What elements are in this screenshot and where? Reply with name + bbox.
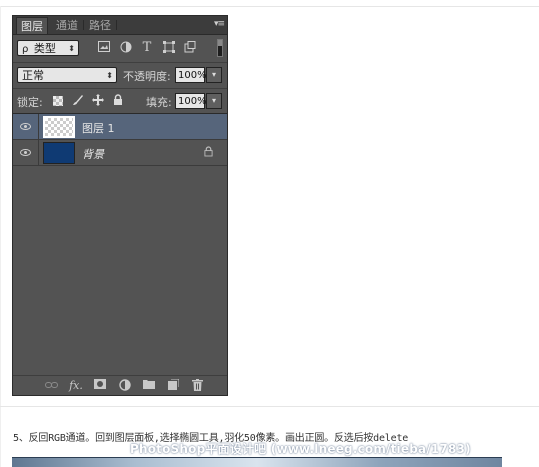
page: 图层 通道 路径 ▾≡ ρ 类型 ⬍ T 正常 ⬍ 不透明度: 100% ▾ 锁… [0,0,539,467]
smart-object-filter-icon[interactable] [183,41,197,55]
opacity-field[interactable]: 100% [175,67,207,83]
type-filter-icon[interactable]: T [140,41,154,55]
filter-row: ρ 类型 ⬍ T [13,35,227,63]
opacity-slider-arrow-icon[interactable]: ▾ [206,67,222,83]
layer-thumbnail [43,142,75,164]
blend-mode-dropdown[interactable]: 正常 ⬍ [17,67,117,83]
image-filter-icon[interactable] [97,41,111,55]
lock-label: 锁定: [17,96,43,109]
filter-toggle-switch[interactable] [217,39,223,57]
top-divider [0,6,539,7]
blend-mode-value: 正常 [22,69,44,82]
search-icon: ρ [22,44,29,55]
shape-filter-icon[interactable] [162,41,176,55]
lock-position-icon[interactable] [91,94,104,107]
new-layer-icon[interactable] [166,378,180,392]
layers-list: 图层 1 背景 [13,114,227,377]
tab-layers[interactable]: 图层 [16,17,48,34]
layer-row-layer-1[interactable]: 图层 1 [13,114,227,140]
visibility-toggle[interactable] [13,140,39,165]
visibility-toggle[interactable] [13,114,39,139]
lock-all-icon[interactable] [111,94,124,107]
eye-icon [20,123,31,130]
layer-name[interactable]: 背景 [82,146,104,162]
blend-row: 正常 ⬍ 不透明度: 100% ▾ [13,63,227,89]
group-folder-icon[interactable] [142,379,156,392]
layer-row-background[interactable]: 背景 [13,140,227,166]
lock-image-pixels-icon[interactable] [71,94,84,107]
tab-separator [116,20,117,30]
watermark: PhotoShop平面设计吧 (www.lneeg.com/tieba/1783… [130,442,471,456]
fill-field[interactable]: 100% [175,93,207,109]
layer-name[interactable]: 图层 1 [82,120,115,136]
lock-row: 锁定: 填充: 100% ▾ [13,89,227,114]
adjustment-layer-icon[interactable] [118,379,132,392]
dropdown-arrow-icon: ⬍ [68,44,75,53]
dropdown-arrow-icon: ⬍ [106,71,113,80]
tutorial-image [12,457,502,467]
panel-tabbar: 图层 通道 路径 ▾≡ [13,16,227,35]
fill-slider-arrow-icon[interactable]: ▾ [206,93,222,109]
adjustment-filter-icon[interactable] [119,41,133,55]
layers-panel: 图层 通道 路径 ▾≡ ρ 类型 ⬍ T 正常 ⬍ 不透明度: 100% ▾ 锁… [12,15,228,396]
link-icon[interactable] [44,379,58,392]
lock-icon [204,146,213,160]
filter-kind-label: 类型 [33,42,56,55]
tab-channels[interactable]: 通道 [52,17,82,34]
filter-kind-dropdown[interactable]: ρ 类型 ⬍ [17,40,79,56]
layer-thumbnail [43,116,75,138]
trash-icon[interactable] [190,379,204,392]
fx-icon[interactable]: fx. [69,379,83,392]
panel-menu-icon[interactable]: ▾≡ [214,19,225,29]
left-divider [0,6,1,467]
tab-separator [83,20,84,30]
mask-icon[interactable] [93,379,107,392]
content-divider [0,406,539,407]
eye-icon [20,149,31,156]
opacity-label: 不透明度: [123,70,171,83]
tab-paths[interactable]: 路径 [85,17,115,34]
lock-transparent-pixels-icon[interactable] [53,96,63,106]
panel-footer: fx. [13,375,227,395]
fill-label: 填充: [146,96,172,109]
